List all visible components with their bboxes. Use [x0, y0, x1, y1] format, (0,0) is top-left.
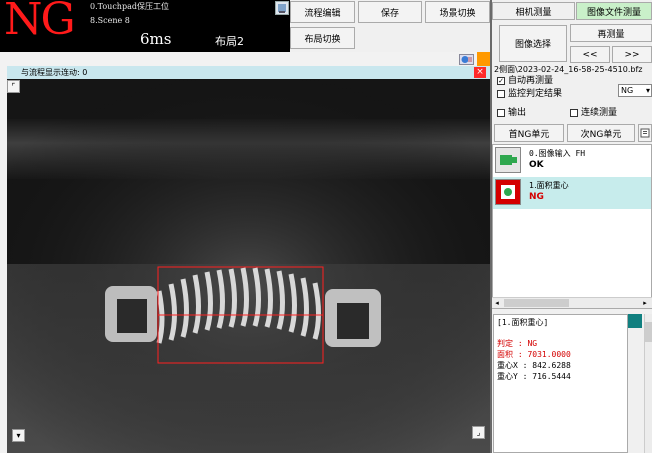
- image-select-button[interactable]: 图像选择: [499, 25, 567, 62]
- area-centroid-icon: [495, 179, 521, 205]
- prev-image-button[interactable]: <<: [570, 46, 610, 63]
- unit-result: OK: [529, 160, 544, 170]
- list-item[interactable]: 0.图像输入 FH OK: [493, 145, 651, 177]
- checkbox-icon[interactable]: [497, 89, 505, 98]
- save-button[interactable]: 保存: [358, 1, 422, 23]
- next-image-button[interactable]: >>: [612, 46, 652, 63]
- result-line-cx: 重心X : 842.6288: [497, 361, 571, 370]
- result-line-judge: 判定 : NG: [497, 339, 538, 348]
- result-marker: [628, 314, 642, 328]
- close-icon[interactable]: ×: [474, 67, 486, 78]
- unit-list-scrollbar[interactable]: ◂ ▸: [492, 297, 652, 308]
- chevron-down-icon: ▾: [645, 86, 650, 95]
- checkbox-icon[interactable]: [570, 108, 578, 117]
- image-window-titlebar: 与流程显示连动: 0: [7, 66, 490, 79]
- output-checkbox[interactable]: 输出: [497, 105, 526, 118]
- process-time: 6ms: [140, 30, 172, 48]
- panel-indicator: [477, 52, 490, 66]
- unit-name: 0.图像输入 FH: [529, 149, 586, 158]
- tab-image-file-measure[interactable]: 图像文件测量: [576, 2, 652, 20]
- scene-name: 8.Scene 8: [90, 16, 130, 25]
- scrollbar-thumb[interactable]: [645, 322, 652, 342]
- unit-list-icon[interactable]: [638, 124, 652, 142]
- scene-group: 0.Touchpad保压工位: [90, 2, 169, 11]
- panel-globe-icon[interactable]: [459, 54, 474, 65]
- monitor-result-select[interactable]: NG ▾: [618, 84, 652, 97]
- window-icon[interactable]: [275, 1, 289, 15]
- scroll-right-icon[interactable]: ▸: [640, 298, 650, 308]
- layout-name: 布局2: [215, 35, 244, 48]
- overall-judge: NG: [4, 0, 76, 45]
- first-ng-unit-button[interactable]: 首NG单元: [494, 124, 564, 142]
- dropdown-arrow-icon[interactable]: ▾: [12, 429, 25, 442]
- result-header: [1.面积重心]: [497, 318, 549, 327]
- tab-camera-measure[interactable]: 相机测量: [492, 2, 575, 20]
- status-bar: NG 0.Touchpad保压工位 8.Scene 8 6ms 布局2: [0, 0, 290, 52]
- unit-result: NG: [529, 192, 544, 202]
- result-scrollbar[interactable]: [644, 314, 652, 453]
- image-input-icon: [495, 147, 521, 173]
- scroll-left-icon[interactable]: ◂: [492, 298, 502, 308]
- continuous-measure-checkbox[interactable]: 连续测量: [570, 105, 617, 118]
- list-item[interactable]: 1.面积重心 NG: [493, 177, 651, 209]
- remeasure-button[interactable]: 再测量: [570, 24, 652, 42]
- result-detail: [1.面积重心] 判定 : NG 面积 : 7031.0000 重心X : 84…: [493, 314, 628, 453]
- monitor-result-checkbox[interactable]: 监控判定结果: [497, 86, 562, 99]
- spring-image: [7, 79, 490, 453]
- scene-switch-button[interactable]: 场景切换: [425, 1, 490, 23]
- corner-bottom-right-icon[interactable]: ⌟: [472, 426, 485, 439]
- corner-top-left-icon[interactable]: ⌜: [7, 80, 20, 93]
- unit-name: 1.面积重心: [529, 181, 569, 190]
- auto-remeasure-checkbox[interactable]: ✓ 自动再测量: [497, 73, 553, 86]
- flow-edit-button[interactable]: 流程编辑: [290, 1, 355, 23]
- camera-image[interactable]: [7, 79, 490, 453]
- result-line-cy: 重心Y : 716.5444: [497, 372, 571, 381]
- result-line-area: 面积 : 7031.0000: [497, 350, 571, 359]
- checkbox-checked-icon[interactable]: ✓: [497, 76, 505, 85]
- checkbox-icon[interactable]: [497, 108, 505, 117]
- scrollbar-thumb[interactable]: [504, 299, 569, 307]
- layout-switch-button[interactable]: 布局切换: [290, 27, 355, 49]
- next-ng-unit-button[interactable]: 次NG单元: [567, 124, 635, 142]
